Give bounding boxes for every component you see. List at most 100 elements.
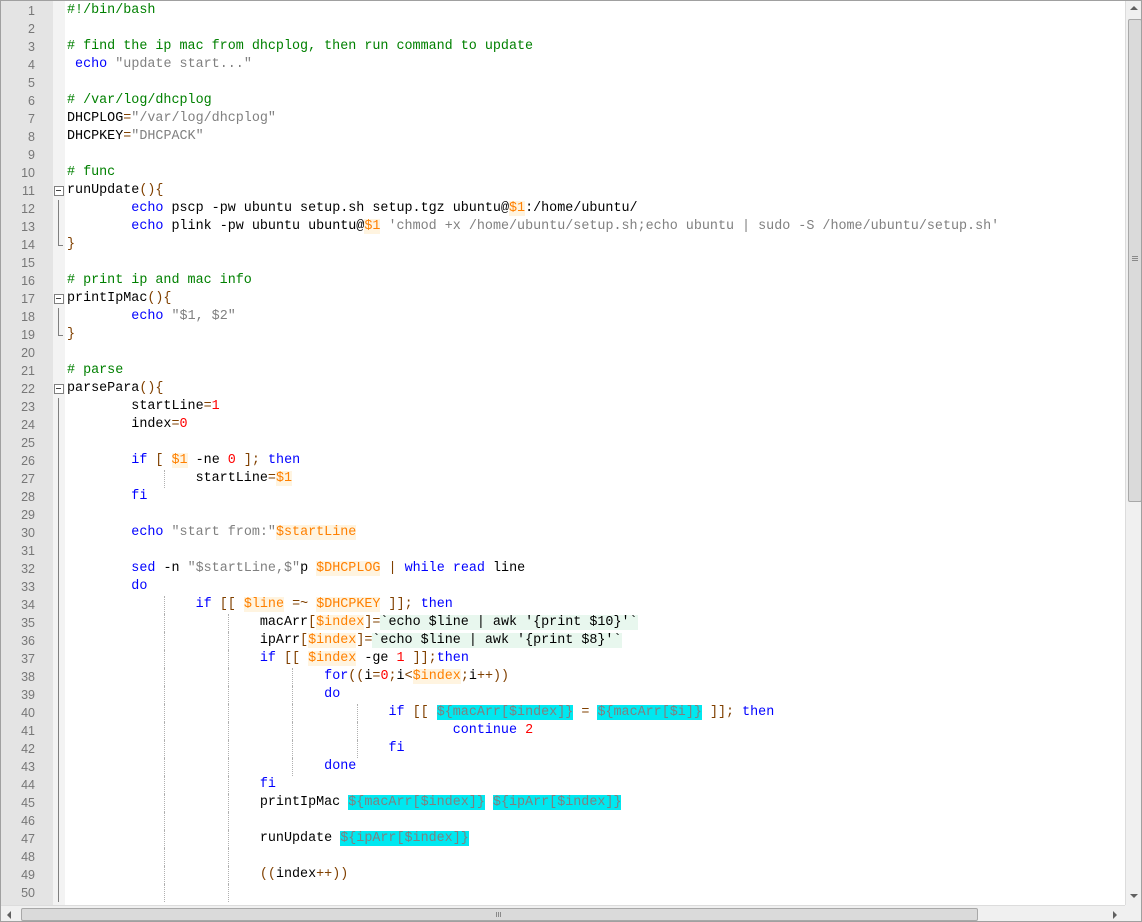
variable-token: $index xyxy=(316,615,365,630)
code-line[interactable]: 33 do xyxy=(1,578,1125,596)
code-line[interactable]: 31 xyxy=(1,542,1125,560)
code-line[interactable]: 44 fi xyxy=(1,776,1125,794)
code-line[interactable]: 30 echo "start from:"$startLine xyxy=(1,524,1125,542)
code-line[interactable]: 21 # parse xyxy=(1,362,1125,380)
code-line[interactable]: 47 runUpdate ${ipArr[$index]} xyxy=(1,830,1125,848)
line-number: 39 xyxy=(21,688,35,702)
code-line[interactable]: 36 ipArr[$index]=`echo $line | awk '{pri… xyxy=(1,632,1125,650)
code-line[interactable]: 22 parsePara(){ xyxy=(1,380,1125,398)
code-text: if [[ $line =~ $DHCPKEY ]]; then xyxy=(67,596,453,614)
code-line[interactable]: 15 xyxy=(1,254,1125,272)
code-line[interactable]: 2 xyxy=(1,20,1125,38)
expansion-token: ${ipArr[$index]} xyxy=(340,831,469,846)
code-line[interactable]: 38 for((i=0;i<$index;i++)) xyxy=(1,668,1125,686)
code-line[interactable]: 43 done xyxy=(1,758,1125,776)
code-line[interactable]: 28 fi xyxy=(1,488,1125,506)
scroll-left-arrow-icon[interactable] xyxy=(7,911,11,919)
code-line[interactable]: 29 xyxy=(1,506,1125,524)
code-line[interactable]: 12 echo pscp -pw ubuntu setup.sh setup.t… xyxy=(1,200,1125,218)
code-line[interactable]: 37 if [[ $index -ge 1 ]];then xyxy=(1,650,1125,668)
code-line[interactable]: 19} xyxy=(1,326,1125,344)
horizontal-scroll-thumb[interactable] xyxy=(21,908,978,921)
code-line[interactable]: 27 startLine=$1 xyxy=(1,470,1125,488)
scroll-right-arrow-icon[interactable] xyxy=(1113,911,1117,919)
code-line[interactable]: 45 printIpMac ${macArr[$index]} ${ipArr[… xyxy=(1,794,1125,812)
line-number: 46 xyxy=(21,814,35,828)
code-line[interactable]: 50 xyxy=(1,884,1125,902)
code-line[interactable]: 16 # print ip and mac info xyxy=(1,272,1125,290)
keyword-token: if xyxy=(259,651,276,666)
code-line[interactable]: 6 # /var/log/dhcplog xyxy=(1,92,1125,110)
line-number: 19 xyxy=(21,328,35,342)
fold-toggle-icon[interactable] xyxy=(53,182,65,200)
fold-line-icon xyxy=(53,524,65,542)
code-line[interactable]: 7 DHCPLOG="/var/log/dhcplog" xyxy=(1,110,1125,128)
code-line[interactable]: 5 xyxy=(1,74,1125,92)
vertical-scroll-thumb[interactable] xyxy=(1128,19,1141,502)
code-line[interactable]: 41 continue 2 xyxy=(1,722,1125,740)
code-line[interactable]: 24 index=0 xyxy=(1,416,1125,434)
code-line[interactable]: 13 echo plink -pw ubuntu ubuntu@$1 'chmo… xyxy=(1,218,1125,236)
operator-token: ]]; xyxy=(388,597,413,612)
code-line[interactable]: 11 runUpdate(){ xyxy=(1,182,1125,200)
code-line[interactable]: 39 do xyxy=(1,686,1125,704)
operator-token: ]]; xyxy=(709,705,735,720)
line-number: 10 xyxy=(21,166,35,180)
code-line[interactable]: 17 printIpMac(){ xyxy=(1,290,1125,308)
line-number: 50 xyxy=(21,886,35,900)
line-number: 3 xyxy=(28,40,35,54)
code-area[interactable]: 1 #!/bin/bash 2 3 # find the ip mac from dhc… xyxy=(1,2,1125,905)
code-line[interactable]: 23 startLine=1 xyxy=(1,398,1125,416)
code-line[interactable]: 8 DHCPKEY="DHCPACK" xyxy=(1,128,1125,146)
code-token: runUpdate xyxy=(67,831,341,846)
code-line[interactable]: 10 # func xyxy=(1,164,1125,182)
code-token: DHCPLOG xyxy=(67,111,124,126)
code-line[interactable]: 3 # find the ip mac from dhcplog, then ru… xyxy=(1,38,1125,56)
fold-toggle-icon[interactable] xyxy=(53,290,65,308)
code-line[interactable]: 25 xyxy=(1,434,1125,452)
variable-token: $DHCPLOG xyxy=(316,561,381,576)
code-line[interactable]: 18 echo "$1, $2" xyxy=(1,308,1125,326)
fold-toggle-icon[interactable] xyxy=(53,380,65,398)
line-number: 29 xyxy=(21,508,35,522)
code-line[interactable]: 42 fi xyxy=(1,740,1125,758)
code-line[interactable]: 34 if [[ $line =~ $DHCPKEY ]]; then xyxy=(1,596,1125,614)
operator-token: (){ xyxy=(147,291,172,306)
code-line[interactable]: 32 sed -n "$startLine,$"p $DHCPLOG | whi… xyxy=(1,560,1125,578)
line-number: 32 xyxy=(21,562,35,576)
fold-line-icon xyxy=(53,884,65,902)
code-token: line xyxy=(484,561,526,576)
scroll-down-arrow-icon[interactable] xyxy=(1130,894,1138,898)
comment-token: # /var/log/dhcplog xyxy=(67,93,212,108)
fold-line-icon xyxy=(53,398,65,416)
expansion-token: ${macArr[$index]} xyxy=(436,705,574,720)
code-line[interactable]: 35 macArr[$index]=`echo $line | awk '{pr… xyxy=(1,614,1125,632)
code-line[interactable]: 9 xyxy=(1,146,1125,164)
keyword-token: if xyxy=(195,597,212,612)
vertical-scrollbar[interactable] xyxy=(1125,1,1141,905)
code-line[interactable]: 1 #!/bin/bash xyxy=(1,2,1125,20)
code-line[interactable]: 40 if [[ ${macArr[$index]} = ${macArr[$i… xyxy=(1,704,1125,722)
code-line[interactable]: 4 echo "update start..." xyxy=(1,56,1125,74)
code-line[interactable]: 46 xyxy=(1,812,1125,830)
code-line[interactable]: 48 xyxy=(1,848,1125,866)
code-editor[interactable]: 1 #!/bin/bash 2 3 # find the ip mac from dhc… xyxy=(0,0,1142,922)
code-line[interactable]: 14} xyxy=(1,236,1125,254)
horizontal-scrollbar[interactable] xyxy=(1,905,1125,921)
line-number: 37 xyxy=(21,652,35,666)
code-line[interactable]: 20 xyxy=(1,344,1125,362)
code-line[interactable]: 49 ((index++)) xyxy=(1,866,1125,884)
code-text: fi xyxy=(67,488,147,506)
scroll-up-arrow-icon[interactable] xyxy=(1130,6,1138,10)
code-text: if [[ ${macArr[$index]} = ${macArr[$i]} … xyxy=(67,704,774,722)
code-line[interactable]: 26 if [ $1 -ne 0 ]; then xyxy=(1,452,1125,470)
fold-line-icon xyxy=(53,200,65,218)
code-token: :/home/ubuntu/ xyxy=(525,201,638,216)
